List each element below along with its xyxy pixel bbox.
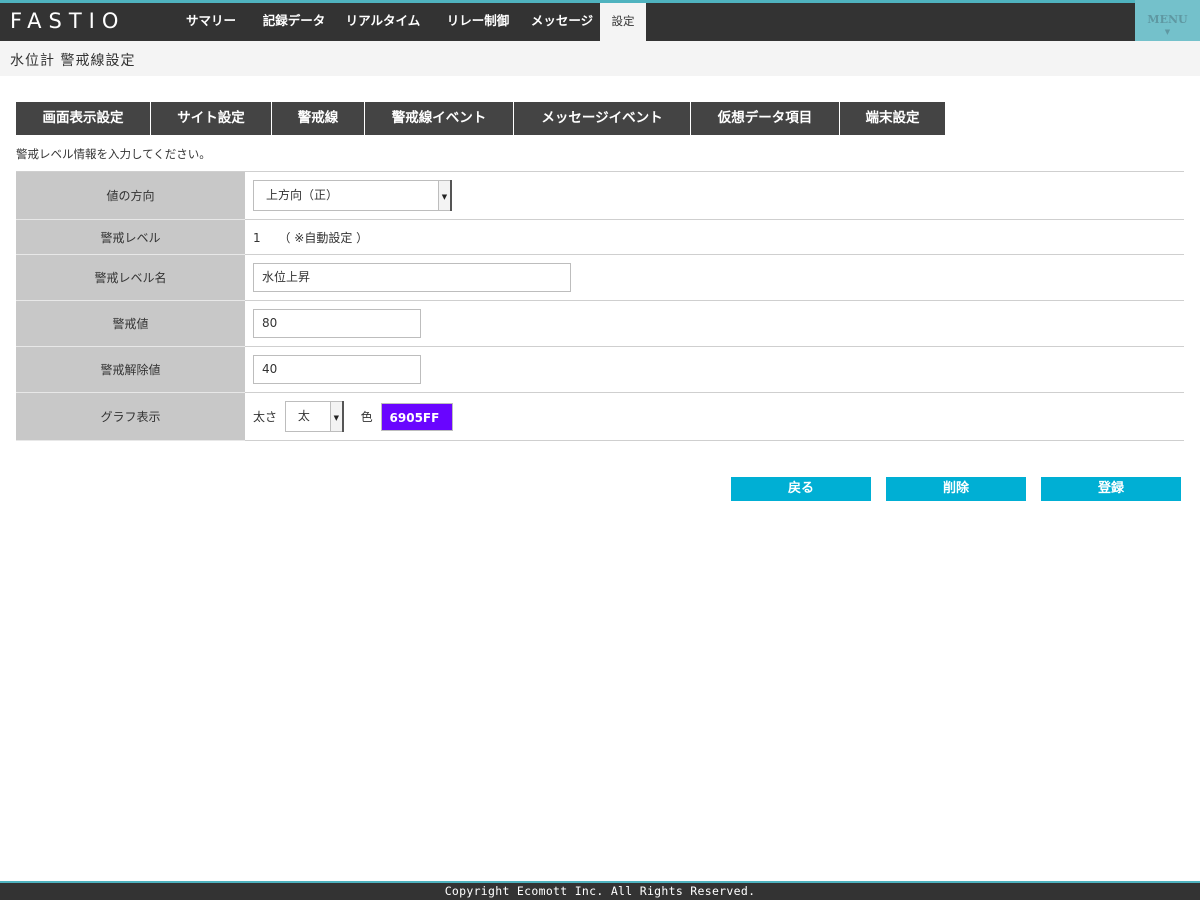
subtab-site-settings[interactable]: サイト設定 bbox=[151, 102, 272, 135]
level-value: 1 bbox=[253, 230, 261, 245]
direction-label: 値の方向 bbox=[16, 171, 245, 220]
form-row-level: 警戒レベル 1 （ ※自動設定 ） bbox=[16, 219, 1184, 255]
nav-item-messages[interactable]: メッセージ bbox=[524, 3, 600, 41]
release-value-cell: 40 bbox=[245, 346, 1184, 393]
settings-subtabs: 画面表示設定 サイト設定 警戒線 警戒線イベント メッセージイベント 仮想データ… bbox=[16, 102, 946, 135]
graph-label: グラフ表示 bbox=[16, 392, 245, 441]
form-row-direction: 値の方向 上方向（正） ▼ bbox=[16, 171, 1184, 220]
nav-item-summary[interactable]: サマリー bbox=[168, 3, 254, 41]
form-row-graph: グラフ表示 太さ 太 ▼ 色 6905FF bbox=[16, 392, 1184, 441]
level-label: 警戒レベル bbox=[16, 219, 245, 255]
nav-item-realtime[interactable]: リアルタイム bbox=[334, 3, 432, 41]
subtab-display-settings[interactable]: 画面表示設定 bbox=[16, 102, 151, 135]
level-name-input[interactable]: 水位上昇 bbox=[253, 263, 571, 292]
form-row-level-name: 警戒レベル名 水位上昇 bbox=[16, 254, 1184, 301]
thickness-value: 太 bbox=[297, 409, 310, 423]
release-value-input[interactable]: 40 bbox=[253, 355, 421, 384]
level-auto-note: （ ※自動設定 ） bbox=[278, 230, 369, 245]
direction-select[interactable]: 上方向（正） ▼ bbox=[253, 180, 452, 211]
dropdown-arrow-icon: ▼ bbox=[438, 181, 450, 210]
form-row-release-value: 警戒解除値 40 bbox=[16, 346, 1184, 393]
title-strip: 水位計 警戒線設定 bbox=[0, 41, 1200, 76]
color-picker[interactable]: 6905FF bbox=[380, 402, 453, 431]
caret-down-icon: ▼ bbox=[1164, 27, 1171, 36]
instruction-text: 警戒レベル情報を入力してください。 bbox=[16, 147, 211, 161]
form-row-alert-value: 警戒値 80 bbox=[16, 300, 1184, 347]
thickness-select[interactable]: 太 ▼ bbox=[284, 401, 344, 432]
subtab-alert-line-event[interactable]: 警戒線イベント bbox=[365, 102, 514, 135]
app-logo[interactable]: FASTIO bbox=[10, 9, 125, 33]
menu-button[interactable]: MENU ▼ bbox=[1135, 0, 1200, 44]
level-cell: 1 （ ※自動設定 ） bbox=[245, 219, 1184, 255]
alert-value-cell: 80 bbox=[245, 300, 1184, 347]
register-button[interactable]: 登録 bbox=[1041, 477, 1181, 501]
main-nav: サマリー 記録データ リアルタイム リレー制御 メッセージ 設定 bbox=[168, 3, 646, 41]
subtab-alert-line[interactable]: 警戒線 bbox=[272, 102, 365, 135]
menu-label: MENU bbox=[1147, 13, 1188, 26]
color-label: 色 bbox=[360, 410, 373, 424]
alert-level-form: 値の方向 上方向（正） ▼ 警戒レベル 1 （ ※自動設定 ） 警戒レベル名 水… bbox=[16, 171, 1184, 441]
top-nav-bar: FASTIO サマリー 記録データ リアルタイム リレー制御 メッセージ 設定 … bbox=[0, 0, 1200, 44]
delete-button[interactable]: 削除 bbox=[886, 477, 1026, 501]
graph-cell: 太さ 太 ▼ 色 6905FF bbox=[245, 392, 1184, 441]
direction-cell: 上方向（正） ▼ bbox=[245, 171, 1184, 220]
direction-value: 上方向（正） bbox=[266, 188, 339, 202]
level-name-label: 警戒レベル名 bbox=[16, 254, 245, 301]
nav-item-records[interactable]: 記録データ bbox=[254, 3, 334, 41]
dropdown-arrow-icon: ▼ bbox=[329, 402, 342, 431]
level-name-cell: 水位上昇 bbox=[245, 254, 1184, 301]
subtab-virtual-data-item[interactable]: 仮想データ項目 bbox=[691, 102, 840, 135]
thickness-label: 太さ bbox=[253, 410, 278, 424]
back-button[interactable]: 戻る bbox=[731, 477, 871, 501]
subtab-message-event[interactable]: メッセージイベント bbox=[514, 102, 691, 135]
alert-value-label: 警戒値 bbox=[16, 300, 245, 347]
subtab-terminal-settings[interactable]: 端末設定 bbox=[840, 102, 946, 135]
release-value-label: 警戒解除値 bbox=[16, 346, 245, 393]
footer: Copyright Ecomott Inc. All Rights Reserv… bbox=[0, 881, 1200, 900]
nav-item-settings[interactable]: 設定 bbox=[600, 3, 646, 41]
nav-item-relay-control[interactable]: リレー制御 bbox=[432, 3, 524, 41]
copyright-text: Copyright Ecomott Inc. All Rights Reserv… bbox=[444, 884, 756, 898]
page-title: 水位計 警戒線設定 bbox=[10, 53, 136, 69]
alert-value-input[interactable]: 80 bbox=[253, 309, 421, 338]
